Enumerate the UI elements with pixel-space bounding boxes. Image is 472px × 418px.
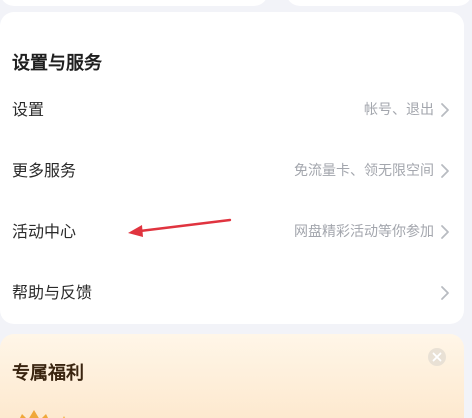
chevron-right-icon xyxy=(441,286,449,300)
row-activity-center-detail: 网盘精彩活动等你参加 xyxy=(294,224,434,240)
row-more-services-detail: 免流量卡、领无限空间 xyxy=(294,163,434,179)
chevron-right-icon xyxy=(441,164,449,178)
section-title-exclusive-benefits: 专属福利 xyxy=(12,363,84,384)
chevron-right-icon xyxy=(441,103,449,117)
close-icon xyxy=(432,352,442,362)
top-card-left xyxy=(0,0,268,6)
settings-and-services-card: 设置与服务 设置 帐号、退出 更多服务 免流量卡、领无限空间 活动中心 网盘精彩… xyxy=(0,12,464,324)
top-cards-edge xyxy=(0,0,472,8)
top-card-right xyxy=(286,0,472,6)
row-help-feedback[interactable]: 帮助与反馈 xyxy=(0,263,464,323)
row-help-feedback-label: 帮助与反馈 xyxy=(12,283,93,302)
exclusive-benefits-card: 专属福利 xyxy=(0,334,464,418)
chevron-right-icon xyxy=(441,225,449,239)
section-title-settings-services: 设置与服务 xyxy=(12,53,102,74)
row-settings[interactable]: 设置 帐号、退出 xyxy=(0,80,464,140)
row-more-services[interactable]: 更多服务 免流量卡、领无限空间 xyxy=(0,141,464,201)
row-settings-detail: 帐号、退出 xyxy=(364,102,434,118)
close-button[interactable] xyxy=(428,348,446,366)
red-arrow-annotation xyxy=(128,218,232,237)
row-more-services-label: 更多服务 xyxy=(12,161,77,180)
row-activity-center-label: 活动中心 xyxy=(12,222,77,241)
row-settings-label: 设置 xyxy=(12,100,45,119)
benefit-crown-icon xyxy=(20,410,66,418)
